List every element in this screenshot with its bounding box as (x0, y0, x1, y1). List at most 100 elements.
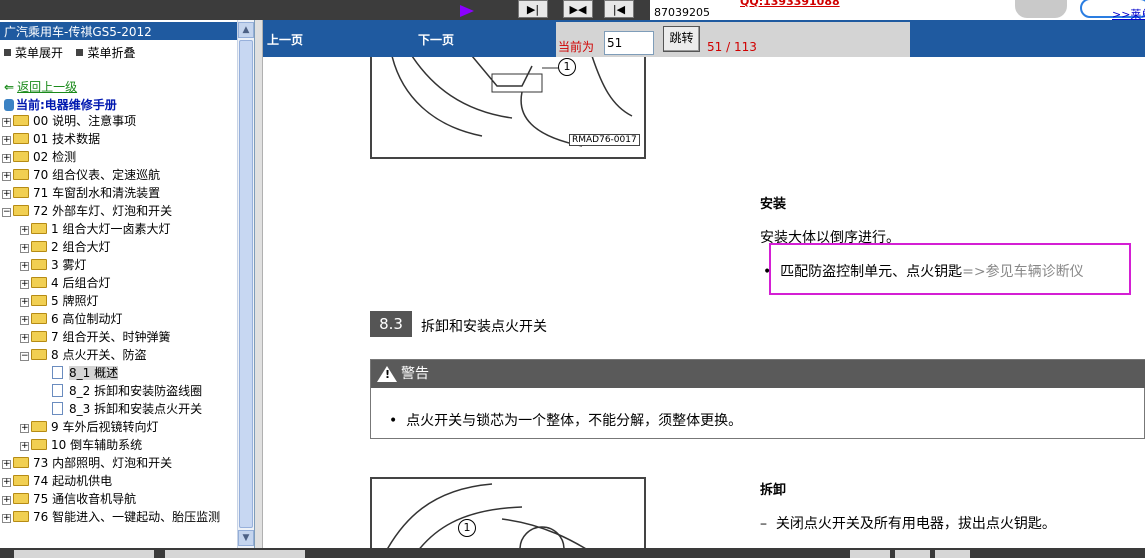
expand-icon[interactable]: + (20, 226, 29, 235)
back-arrow-icon: ⇐ (4, 80, 15, 94)
collapse-icon[interactable]: − (20, 352, 29, 361)
expand-icon[interactable]: + (2, 172, 11, 181)
tree-label[interactable]: 7 组合开关、时钟弹簧 (51, 330, 170, 344)
expand-icon[interactable]: + (2, 154, 11, 163)
tree-label[interactable]: 73 内部照明、灯泡和开关 (33, 456, 172, 470)
tree-label[interactable]: 01 技术数据 (33, 132, 100, 146)
tree-label[interactable]: 76 智能进入、一键起动、胎压监测 (33, 510, 220, 524)
fit-page-icon[interactable]: ▶◀ (563, 0, 593, 18)
expand-icon[interactable]: + (2, 478, 11, 487)
tree-item[interactable]: +73 内部照明、灯泡和开关 (2, 454, 172, 472)
next-page-link[interactable]: 下一页 (418, 31, 454, 48)
ad-qq-link[interactable]: QQ:1393391088 (740, 0, 840, 8)
expand-icon[interactable]: + (2, 190, 11, 199)
back-label[interactable]: 返回上一级 (17, 80, 77, 94)
bottom-tab[interactable] (165, 550, 305, 558)
tree-item[interactable]: +71 车窗刮水和清洗装置 (2, 184, 160, 202)
tree-label[interactable]: 5 牌照灯 (51, 294, 98, 308)
expand-icon[interactable]: + (2, 136, 11, 145)
jump-button[interactable]: 跳转 (663, 26, 700, 52)
tree-label[interactable]: 8_2 拆卸和安装防盗线圈 (69, 384, 202, 398)
tree-item[interactable]: − 72 外部车灯、灯泡和开关 (2, 202, 172, 220)
collapse-icon[interactable]: − (2, 208, 11, 217)
tree-label[interactable]: 9 车外后视镜转向灯 (51, 420, 158, 434)
tree-item[interactable]: +7 组合开关、时钟弹簧 (20, 328, 170, 346)
play-arrow-icon[interactable] (460, 5, 474, 17)
tree-item[interactable]: 8_2 拆卸和安装防盗线圈 (52, 382, 202, 400)
bottom-button[interactable] (895, 550, 930, 558)
tree-label[interactable]: 70 组合仪表、定速巡航 (33, 168, 160, 182)
current-label: 当前为 (558, 40, 595, 54)
tree-item[interactable]: +3 雾灯 (20, 256, 86, 274)
tree-label[interactable]: 72 外部车灯、灯泡和开关 (33, 204, 172, 218)
tree-label[interactable]: 8_3 拆卸和安装点火开关 (69, 402, 202, 416)
tree-label[interactable]: 3 雾灯 (51, 258, 86, 272)
expand-icon[interactable]: + (20, 316, 29, 325)
tree-item[interactable]: +02 检测 (2, 148, 76, 166)
tree-label[interactable]: 8 点火开关、防盗 (51, 348, 146, 362)
expand-icon[interactable]: + (2, 460, 11, 469)
tree-item[interactable]: +75 通信收音机导航 (2, 490, 136, 508)
back-link[interactable]: ⇐ 返回上一级 (4, 78, 77, 95)
tree-label[interactable]: 2 组合大灯 (51, 240, 110, 254)
figure-bottom: 1 (370, 477, 646, 548)
tree-item[interactable]: +10 倒车辅助系统 (20, 436, 142, 454)
bottom-tab[interactable] (14, 550, 154, 558)
tree-label[interactable]: 4 后组合灯 (51, 276, 110, 290)
tree-item[interactable]: +1 组合大灯一卤素大灯 (20, 220, 170, 238)
sidebar-scrollbar[interactable]: ▲ ▼ (237, 20, 254, 548)
scroll-up-icon[interactable]: ▲ (238, 22, 254, 38)
tree-item[interactable]: +01 技术数据 (2, 130, 100, 148)
tree-label[interactable]: 00 说明、注意事项 (33, 114, 136, 128)
more-link[interactable]: >>莱单 (1112, 6, 1145, 20)
page-navbar: 上一页 下一页 当前为 跳转 51 / 113 (263, 20, 1145, 57)
tree-item[interactable]: +76 智能进入、一键起动、胎压监测 (2, 508, 220, 526)
prev-page-link[interactable]: 上一页 (267, 31, 303, 48)
tree-item[interactable]: +74 起动机供电 (2, 472, 112, 490)
folder-icon (31, 421, 47, 432)
expand-icon[interactable]: + (20, 280, 29, 289)
bottom-button[interactable] (935, 550, 970, 558)
tree-item[interactable]: +00 说明、注意事项 (2, 112, 136, 130)
expand-all-link[interactable]: 菜单展开 (15, 46, 63, 60)
expand-icon[interactable]: + (20, 334, 29, 343)
tree-item[interactable]: +2 组合大灯 (20, 238, 110, 256)
expand-icon[interactable]: + (20, 442, 29, 451)
tree-label[interactable]: 74 起动机供电 (33, 474, 112, 488)
tree-item[interactable]: +6 高位制动灯 (20, 310, 122, 328)
expand-icon[interactable]: + (20, 424, 29, 433)
pane-splitter[interactable] (255, 20, 263, 548)
scroll-thumb[interactable] (239, 40, 253, 528)
tree-item[interactable]: +4 后组合灯 (20, 274, 110, 292)
tree-label[interactable]: 02 检测 (33, 150, 76, 164)
tree-item[interactable]: 8_3 拆卸和安装点火开关 (52, 400, 202, 418)
expand-icon[interactable]: + (20, 262, 29, 271)
remove-heading: 拆卸 (760, 483, 787, 498)
scroll-down-icon[interactable]: ▼ (238, 530, 254, 546)
tree-label[interactable]: 1 组合大灯一卤素大灯 (51, 222, 170, 236)
tree-item-selected[interactable]: 8_1 概述 (52, 364, 119, 382)
tree-item[interactable]: − 8 点火开关、防盗 (20, 346, 146, 364)
expand-icon[interactable]: + (20, 244, 29, 253)
tree-item[interactable]: +70 组合仪表、定速巡航 (2, 166, 160, 184)
expand-icon[interactable]: + (20, 298, 29, 307)
bottom-button[interactable] (850, 550, 890, 558)
last-page-icon[interactable]: |◀ (604, 0, 634, 18)
page-input[interactable] (604, 31, 654, 55)
tree-label[interactable]: 71 车窗刮水和清洗装置 (33, 186, 160, 200)
collapse-all-link[interactable]: 菜单折叠 (87, 46, 135, 60)
tree-label[interactable]: 6 高位制动灯 (51, 312, 122, 326)
first-page-icon[interactable]: ▶| (518, 0, 548, 18)
tree-item[interactable]: +5 牌照灯 (20, 292, 98, 310)
expand-icon[interactable]: + (2, 118, 11, 127)
folder-icon (13, 493, 29, 504)
tree-item[interactable]: +9 车外后视镜转向灯 (20, 418, 158, 436)
more-button[interactable]: >>莱单 (1080, 0, 1145, 20)
tree-label[interactable]: 75 通信收音机导航 (33, 492, 136, 506)
tree-label[interactable]: 8_1 概述 (69, 366, 119, 380)
warning-title: 警告 (401, 366, 429, 382)
bullet-reference[interactable]: =>参见车辆诊断仪 (962, 264, 1083, 280)
expand-icon[interactable]: + (2, 514, 11, 523)
tree-label[interactable]: 10 倒车辅助系统 (51, 438, 142, 452)
expand-icon[interactable]: + (2, 496, 11, 505)
